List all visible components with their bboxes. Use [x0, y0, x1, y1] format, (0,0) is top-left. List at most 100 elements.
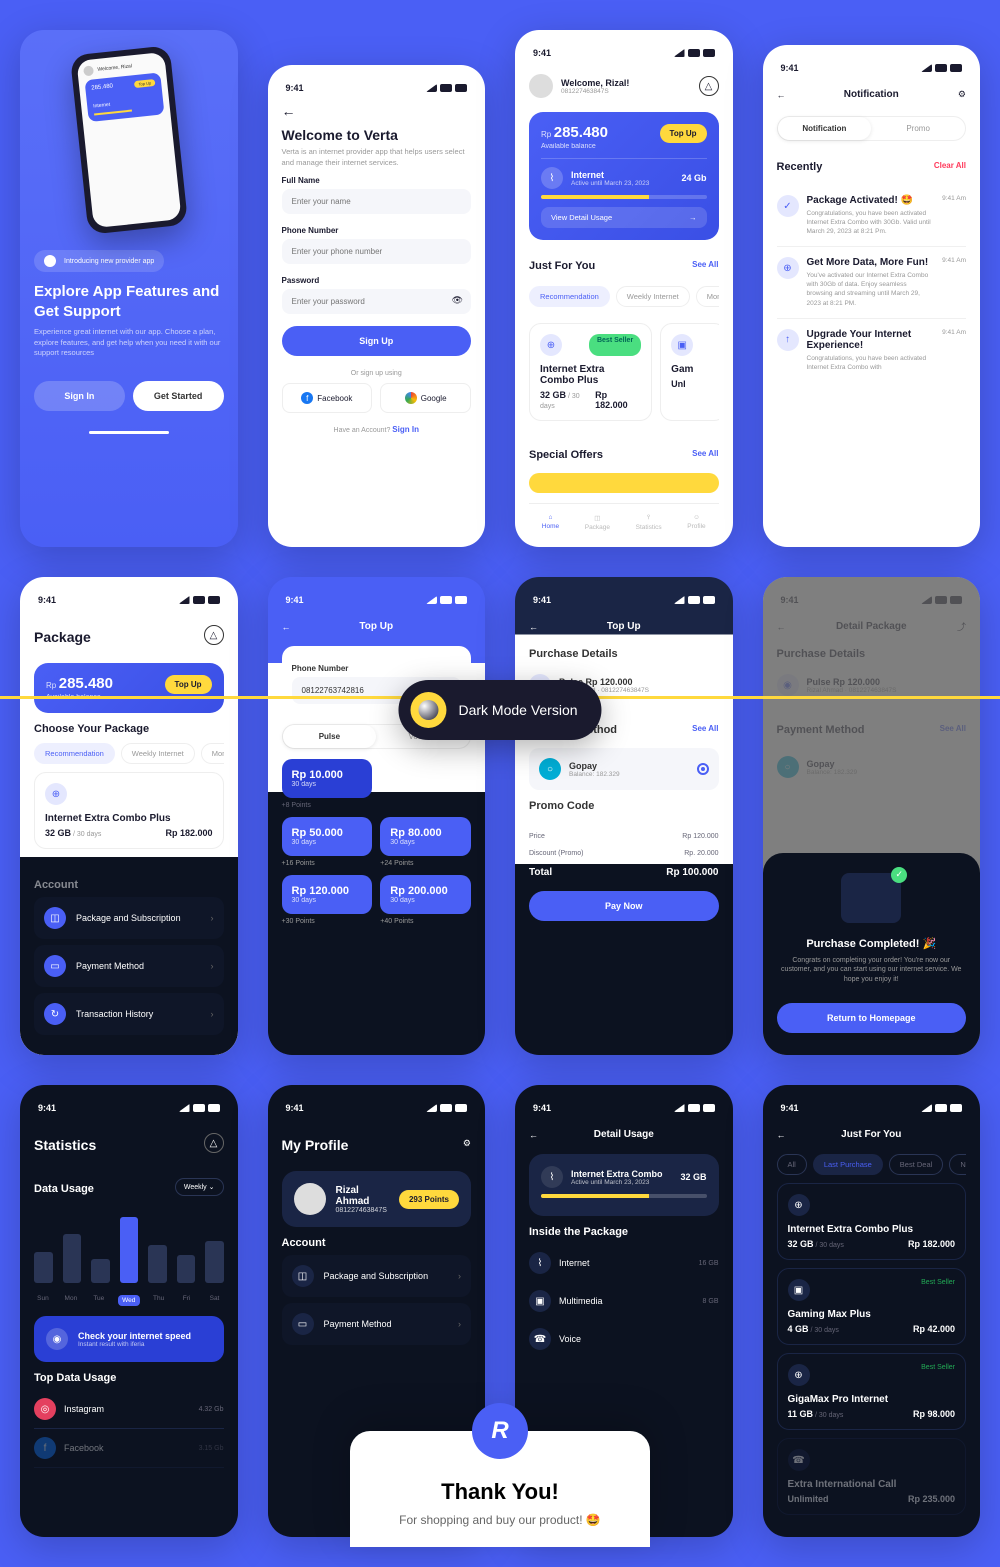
google-button[interactable]: Google	[380, 383, 471, 413]
balance-card: Rp 285.480Available balance Top Up	[34, 663, 224, 713]
amount-option[interactable]: Rp 200.00030 days	[380, 875, 471, 914]
voice-icon: ☎	[529, 1328, 551, 1350]
tab-recommendation[interactable]: Recommendation	[34, 743, 115, 764]
wifi-icon: ⌇	[541, 167, 563, 189]
data-icon: ⊕	[777, 257, 799, 279]
signup-title: Welcome to Verta	[282, 127, 472, 143]
fullname-label: Full Name	[282, 176, 472, 185]
tab-last-purchase[interactable]: Last Purchase	[813, 1154, 883, 1175]
get-started-button[interactable]: Get Started	[133, 381, 224, 411]
return-home-button[interactable]: Return to Homepage	[777, 1003, 967, 1033]
package-icon: ◫	[44, 907, 66, 929]
password-input[interactable]	[282, 289, 472, 314]
facebook-icon: f	[34, 1437, 56, 1459]
signin-link[interactable]: Sign In	[392, 425, 419, 434]
nav-home[interactable]: ⌂Home	[542, 514, 559, 531]
notification-item[interactable]: ↑ Upgrade Your Internet Experience!Congr…	[777, 319, 967, 382]
gear-icon[interactable]: ⚙	[958, 89, 966, 100]
back-button[interactable]: ←	[777, 90, 786, 100]
clear-all-button[interactable]: Clear All	[934, 161, 966, 170]
period-selector[interactable]: Weekly ⌄	[175, 1178, 224, 1196]
tab-pulse[interactable]: Pulse	[283, 725, 377, 748]
tab-monthly[interactable]: Monthly Internet	[201, 743, 224, 764]
bell-icon[interactable]: △	[204, 1133, 224, 1153]
tab-best-deal[interactable]: Best Deal	[889, 1154, 944, 1175]
amount-option[interactable]: Rp 10.00030 days	[282, 759, 373, 798]
onboarding-title: Explore App Features and Get Support	[34, 282, 224, 321]
package-card[interactable]: ⊕Best Seller GigaMax Pro Internet 11 GB …	[777, 1353, 967, 1430]
back-button[interactable]: ←	[282, 622, 291, 632]
pay-now-button[interactable]: Pay Now	[529, 891, 719, 921]
top-up-button[interactable]: Top Up	[660, 124, 707, 143]
package-card[interactable]: ⊕ Internet Extra Combo Plus 32 GB / 30 d…	[34, 772, 224, 849]
nav-package[interactable]: ◫Package	[585, 514, 610, 531]
sign-in-button[interactable]: Sign In	[34, 381, 125, 411]
wifi-icon: ⌇	[541, 1166, 563, 1188]
menu-payment-method[interactable]: ▭Payment Method›	[34, 945, 224, 987]
avatar[interactable]	[529, 74, 553, 98]
bell-icon[interactable]: △	[204, 625, 224, 645]
speed-test-card[interactable]: ◉Check your internet speedInstant result…	[34, 1316, 224, 1362]
see-all-link[interactable]: See All	[692, 449, 718, 458]
upgrade-icon: ↑	[777, 329, 799, 351]
brand-icon: R	[472, 1403, 528, 1459]
notification-item[interactable]: ✓ Package Activated! 🤩Congratulations, y…	[777, 185, 967, 247]
back-button[interactable]: ←	[529, 1130, 538, 1140]
screen-payment: 9:41 ←Top Up Purchase Details ◉Pulse Rp …	[515, 577, 733, 1055]
sign-up-button[interactable]: Sign Up	[282, 326, 472, 356]
back-button[interactable]: ←	[282, 103, 472, 119]
moon-icon	[410, 692, 446, 728]
amount-option[interactable]: Rp 80.00030 days	[380, 817, 471, 856]
tab-notification[interactable]: Notification	[778, 117, 872, 140]
onboarding-desc: Experience great internet with our app. …	[34, 327, 224, 359]
gear-icon[interactable]: ⚙	[463, 1138, 471, 1149]
back-button[interactable]: ←	[777, 1130, 786, 1140]
speed-icon: ◉	[46, 1328, 68, 1350]
package-icon: ◫	[594, 514, 600, 522]
amount-option[interactable]: Rp 50.00030 days	[282, 817, 373, 856]
screen-statistics: 9:41 Statistics△ Data UsageWeekly ⌄ SunM…	[20, 1085, 238, 1537]
tab-weekly[interactable]: Weekly Internet	[121, 743, 195, 764]
tab-all[interactable]: All	[777, 1154, 807, 1175]
instagram-icon: ◎	[34, 1398, 56, 1420]
package-card[interactable]: ⊕ Internet Extra Combo Plus 32 GB / 30 d…	[777, 1183, 967, 1260]
screen-package: 9:41 Package△ Rp 285.480Available balanc…	[20, 577, 238, 1055]
tab-promo[interactable]: Promo	[871, 117, 965, 140]
notification-item[interactable]: ⊕ Get More Data, More Fun!You've activat…	[777, 247, 967, 318]
wifi-icon: ⊕	[788, 1194, 810, 1216]
profile-card: Rizal Ahmad081227463847S 293 Points	[282, 1171, 472, 1227]
screen-purchase-complete: 9:41 ←Detail Package⤴ Purchase Details ◉…	[763, 577, 981, 1055]
tab-night[interactable]: Night Internet Pac	[949, 1154, 966, 1175]
phone-input[interactable]	[282, 239, 472, 264]
see-all-link[interactable]: See All	[692, 260, 718, 269]
home-icon: ⌂	[549, 514, 553, 521]
facebook-button[interactable]: fFacebook	[282, 383, 373, 413]
nav-statistics[interactable]: ⫯Statistics	[636, 514, 662, 531]
amount-option[interactable]: Rp 120.00030 days	[282, 875, 373, 914]
wifi-icon: ⊕	[788, 1364, 810, 1386]
tab-monthly[interactable]: Monthly Internet	[696, 286, 719, 307]
menu-transaction-history[interactable]: ↻Transaction History›	[34, 993, 224, 1035]
menu-package-subscription[interactable]: ◫Package and Subscription›	[282, 1255, 472, 1297]
back-button[interactable]: ←	[529, 622, 538, 632]
view-detail-button[interactable]: View Detail Usage→	[541, 207, 707, 228]
fullname-input[interactable]	[282, 189, 472, 214]
google-icon	[405, 392, 417, 404]
thank-you-card: R Thank You! For shopping and buy our pr…	[350, 1431, 650, 1547]
package-card[interactable]: ▣Best Seller Gaming Max Plus 4 GB / 30 d…	[777, 1268, 967, 1345]
usage-chart	[34, 1213, 224, 1283]
tab-weekly[interactable]: Weekly Internet	[616, 286, 690, 307]
bell-icon[interactable]: △	[699, 76, 719, 96]
package-card[interactable]: ⊕Best Seller Internet Extra Combo Plus 3…	[529, 323, 652, 421]
nav-profile[interactable]: ☺Profile	[687, 514, 705, 531]
top-up-button[interactable]: Top Up	[165, 675, 212, 694]
tab-recommendation[interactable]: Recommendation	[529, 286, 610, 307]
package-card[interactable]: ☎ Extra International Call UnlimitedRp 2…	[777, 1438, 967, 1515]
see-all-link[interactable]: See All	[692, 724, 718, 733]
menu-payment-method[interactable]: ▭Payment Method›	[282, 1303, 472, 1345]
menu-package-subscription[interactable]: ◫Package and Subscription›	[34, 897, 224, 939]
package-card[interactable]: ▣ Gam Unl	[660, 323, 718, 421]
eye-icon[interactable]: 👁	[452, 295, 463, 306]
screen-onboarding: Welcome, Rizal 285.480Top UpInternet Int…	[20, 30, 238, 547]
radio-selected[interactable]	[697, 763, 709, 775]
